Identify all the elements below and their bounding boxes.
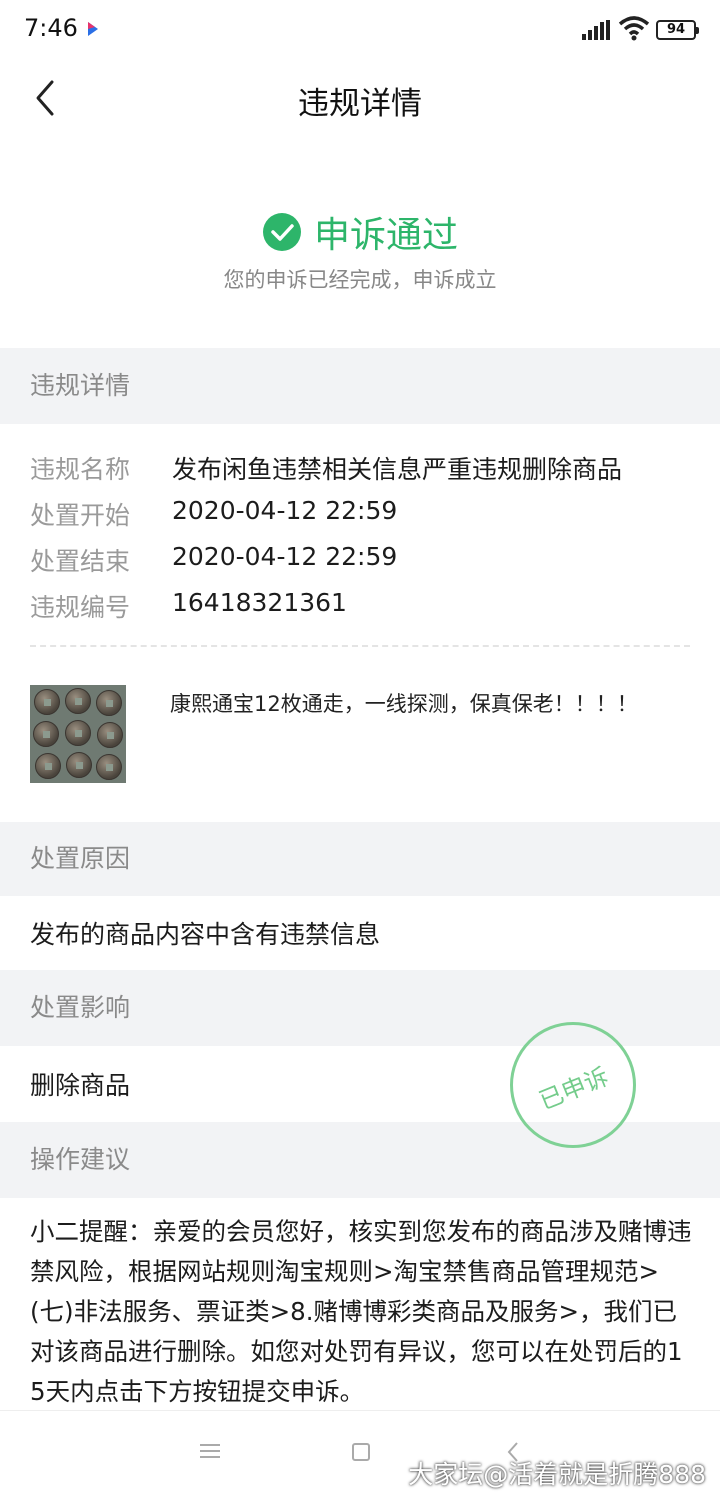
app-notification-icon — [88, 22, 98, 36]
reason-text: 发布的商品内容中含有违禁信息 — [30, 920, 381, 949]
appeal-result: 申诉通过 您的申诉已经完成，申诉成立 — [0, 180, 720, 348]
detail-value: 16418321361 — [172, 588, 347, 617]
result-title: 申诉通过 — [313, 215, 458, 256]
detail-label: 违规编号 — [30, 593, 131, 622]
status-bar: 7:46 94 — [0, 0, 720, 60]
stamp-text: 已申诉 — [535, 1062, 613, 1116]
result-line: 申诉通过 — [0, 206, 720, 258]
reason-section-header: 处置原因 — [0, 822, 720, 896]
system-nav-bar: 大家坛@活着就是折腾888 — [0, 1410, 720, 1496]
appealed-stamp: 已申诉 — [510, 1022, 636, 1148]
watermark: 大家坛@活着就是折腾888 — [408, 1460, 706, 1489]
detail-label: 处置结束 — [30, 547, 131, 576]
coin-image — [35, 753, 61, 779]
coin-image — [65, 720, 91, 746]
detail-row-name: 违规名称 发布闲鱼违禁相关信息严重违规删除商品 — [30, 450, 622, 486]
check-circle-icon — [262, 213, 301, 251]
impact-text: 删除商品 — [30, 1071, 131, 1100]
advice-text: 小二提醒：亲爱的会员您好，核实到您发布的商品涉及赌博违禁风险，根据网站规则淘宝规… — [30, 1217, 692, 1406]
status-time: 7:46 — [24, 14, 78, 42]
result-subtitle: 您的申诉已经完成，申诉成立 — [223, 268, 497, 292]
menu-icon[interactable] — [200, 1443, 220, 1459]
signal-icon — [582, 20, 610, 40]
wifi-icon — [618, 16, 650, 41]
nav-bar: 违规详情 — [0, 60, 720, 136]
coin-image — [96, 690, 122, 716]
detail-value: 2020-04-12 22:59 — [172, 542, 398, 571]
home-icon[interactable] — [352, 1443, 370, 1461]
detail-row-end: 处置结束 2020-04-12 22:59 — [30, 542, 397, 578]
coin-image — [34, 689, 60, 715]
coin-image — [66, 752, 92, 778]
dashed-divider — [30, 645, 690, 647]
battery-indicator: 94 — [656, 20, 699, 40]
product-thumbnail[interactable] — [30, 685, 126, 783]
page-title: 违规详情 — [298, 86, 422, 122]
coin-image — [33, 721, 59, 747]
detail-label: 处置开始 — [30, 501, 131, 530]
product-title[interactable]: 康熙通宝12枚通走，一线探测，保真保老！！！！ — [170, 688, 638, 718]
detail-label: 违规名称 — [30, 455, 131, 484]
detail-row-start: 处置开始 2020-04-12 22:59 — [30, 496, 397, 532]
detail-value: 2020-04-12 22:59 — [172, 496, 398, 525]
coin-image — [97, 722, 123, 748]
coin-image — [65, 688, 91, 714]
detail-row-number: 违规编号 16418321361 — [30, 588, 347, 624]
coin-image — [96, 754, 122, 780]
details-section-header: 违规详情 — [0, 348, 720, 424]
detail-value: 发布闲鱼违禁相关信息严重违规删除商品 — [172, 455, 623, 484]
